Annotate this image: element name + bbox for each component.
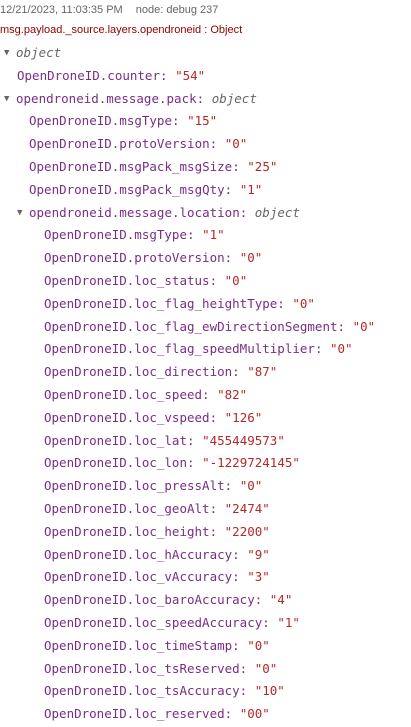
property-value: "25" — [247, 159, 278, 174]
property-key: OpenDroneID.loc_vAccuracy — [44, 569, 233, 585]
property-value: "455449573" — [202, 432, 285, 448]
object-key: opendroneid.message.pack — [16, 90, 197, 106]
property-key: OpenDroneID.loc_lat — [44, 432, 187, 448]
property-key: OpenDroneID.loc_speed — [44, 387, 203, 402]
message-node-label[interactable]: node: debug 237 — [136, 4, 219, 16]
property-value: "00" — [239, 706, 270, 722]
property-value: "3" — [247, 569, 270, 585]
tree-property-row[interactable]: OpenDroneID.counter: "54" — [17, 66, 205, 86]
property-value: "1" — [239, 181, 263, 197]
property-key: OpenDroneID.loc_timeStamp — [44, 637, 233, 653]
property-value: "1" — [202, 227, 225, 243]
tree-property-row[interactable]: OpenDroneID.loc_flag_heightType: "0" — [44, 294, 315, 314]
property-value: "0" — [224, 273, 248, 288]
property-key: OpenDroneID.loc_flag_heightType — [44, 295, 278, 311]
object-type-label: object — [254, 204, 300, 220]
message-timestamp: 12/21/2023, 11:03:35 PM — [0, 4, 123, 16]
property-value: "0" — [239, 250, 263, 266]
property-value: "9" — [247, 546, 270, 562]
property-key: OpenDroneID.loc_direction — [44, 364, 233, 380]
property-value: "0" — [352, 318, 376, 334]
property-key: OpenDroneID.loc_vspeed — [44, 409, 210, 425]
property-key: OpenDroneID.msgType — [29, 113, 172, 129]
property-value: "-1229724145" — [202, 455, 300, 471]
tree-property-row[interactable]: OpenDroneID.loc_baroAccuracy: "4" — [44, 590, 292, 610]
object-key: opendroneid.message.location — [29, 204, 240, 220]
tree-root-row[interactable]: ▼ object — [4, 43, 61, 63]
tree-property-row[interactable]: OpenDroneID.loc_flag_speedMultiplier: "0… — [44, 339, 353, 359]
property-value: "54" — [175, 67, 206, 83]
tree-property-row[interactable]: OpenDroneID.loc_direction: "87" — [44, 362, 277, 382]
property-key: OpenDroneID.loc_reserved — [44, 706, 225, 722]
property-value: "82" — [217, 387, 248, 402]
tree-property-row[interactable]: OpenDroneID.loc_flag_ewDirectionSegment:… — [44, 317, 375, 337]
tree-property-row[interactable]: OpenDroneID.loc_height: "2200" — [44, 522, 270, 542]
property-key: OpenDroneID.loc_geoAlt — [44, 501, 210, 516]
property-key: OpenDroneID.msgType — [44, 227, 187, 243]
tree-property-row[interactable]: OpenDroneID.loc_lon: "-1229724145" — [44, 453, 300, 473]
property-key: OpenDroneID.protoVersion — [44, 250, 225, 266]
property-value: "0" — [247, 637, 270, 653]
tree-property-row[interactable]: OpenDroneID.loc_timeStamp: "0" — [44, 636, 270, 656]
property-value: "4" — [269, 592, 293, 608]
property-key: OpenDroneID.loc_tsAccuracy — [44, 683, 240, 699]
tree-property-row[interactable]: OpenDroneID.loc_vspeed: "126" — [44, 408, 262, 428]
property-key: OpenDroneID.loc_status — [44, 273, 210, 288]
property-value: "0" — [224, 136, 248, 152]
tree-property-row[interactable]: OpenDroneID.loc_hAccuracy: "9" — [44, 545, 270, 565]
property-value: "0" — [239, 478, 263, 494]
expand-caret-icon[interactable]: ▼ — [17, 203, 29, 223]
tree-property-row[interactable]: OpenDroneID.loc_pressAlt: "0" — [44, 476, 262, 496]
tree-property-row[interactable]: OpenDroneID.loc_speed: "82" — [44, 385, 247, 405]
root-type-label: object — [16, 45, 62, 60]
tree-property-row[interactable]: OpenDroneID.loc_speedAccuracy: "1" — [44, 613, 300, 633]
property-value: "0" — [330, 341, 353, 357]
tree-property-row[interactable]: OpenDroneID.protoVersion: "0" — [29, 134, 247, 154]
property-key: OpenDroneID.loc_pressAlt — [44, 478, 225, 494]
property-value: "15" — [187, 113, 218, 129]
tree-property-row[interactable]: OpenDroneID.loc_tsReserved: "0" — [44, 659, 277, 679]
property-key: OpenDroneID.protoVersion — [29, 136, 210, 152]
property-value: "0" — [292, 295, 315, 311]
property-key: OpenDroneID.counter — [17, 67, 160, 83]
property-key: OpenDroneID.loc_tsReserved — [44, 660, 240, 676]
debug-message-header: 12/21/2023, 11:03:35 PM node: debug 237 — [0, 4, 218, 20]
expand-caret-icon[interactable]: ▼ — [4, 43, 16, 63]
tree-object-row[interactable]: ▼ opendroneid.message.location: object — [17, 203, 300, 223]
property-value: "2200" — [224, 523, 270, 539]
property-key: OpenDroneID.loc_flag_ewDirectionSegment — [44, 318, 338, 334]
property-key: OpenDroneID.loc_flag_speedMultiplier — [44, 341, 315, 357]
property-key: OpenDroneID.loc_height — [44, 523, 210, 539]
message-topic-path[interactable]: msg.payload._source.layers.opendroneid :… — [0, 24, 242, 40]
property-key: OpenDroneID.loc_hAccuracy — [44, 546, 233, 562]
tree-property-row[interactable]: OpenDroneID.msgPack_msgQty: "1" — [29, 180, 262, 200]
tree-property-row[interactable]: OpenDroneID.loc_status: "0" — [44, 271, 247, 291]
property-value: "10" — [254, 683, 285, 699]
tree-object-row[interactable]: ▼ opendroneid.message.pack: object — [4, 89, 257, 109]
property-key: OpenDroneID.msgPack_msgSize — [29, 159, 233, 174]
tree-property-row[interactable]: OpenDroneID.msgType: "1" — [44, 225, 225, 245]
property-value: "0" — [254, 660, 278, 676]
tree-property-row[interactable]: OpenDroneID.msgPack_msgSize: "25" — [29, 157, 277, 177]
expand-caret-icon[interactable]: ▼ — [4, 89, 16, 109]
property-key: OpenDroneID.loc_baroAccuracy — [44, 592, 255, 608]
property-key: OpenDroneID.msgPack_msgQty — [29, 181, 225, 197]
tree-property-row[interactable]: OpenDroneID.loc_lat: "455449573" — [44, 431, 285, 451]
tree-property-row[interactable]: OpenDroneID.loc_tsAccuracy: "10" — [44, 681, 285, 701]
tree-property-row[interactable]: OpenDroneID.loc_vAccuracy: "3" — [44, 567, 270, 587]
property-key: OpenDroneID.loc_speedAccuracy — [44, 615, 263, 630]
property-value: "2474" — [224, 501, 270, 516]
property-value: "87" — [247, 364, 278, 380]
property-key: OpenDroneID.loc_lon — [44, 455, 187, 471]
object-type-label: object — [211, 90, 257, 106]
tree-property-row[interactable]: OpenDroneID.loc_geoAlt: "2474" — [44, 499, 270, 519]
property-value: "126" — [224, 409, 263, 425]
tree-property-row[interactable]: OpenDroneID.loc_reserved: "00" — [44, 704, 270, 724]
property-value: "1" — [277, 615, 300, 630]
tree-property-row[interactable]: OpenDroneID.protoVersion: "0" — [44, 248, 262, 268]
tree-property-row[interactable]: OpenDroneID.msgType: "15" — [29, 111, 217, 131]
